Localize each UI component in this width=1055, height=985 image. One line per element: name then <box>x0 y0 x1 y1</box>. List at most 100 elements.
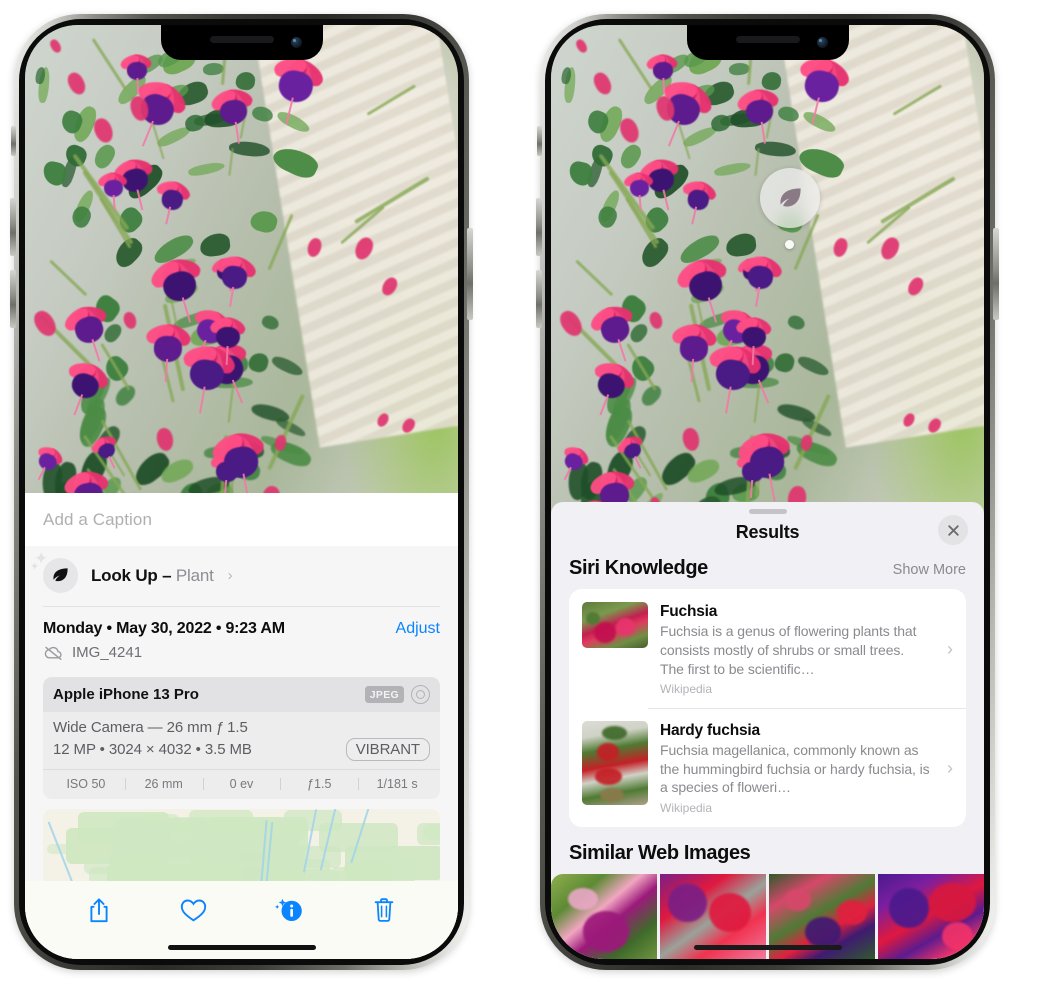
adjust-button[interactable]: Adjust <box>396 620 440 638</box>
sparkle-icon-small: ✦ <box>30 561 40 573</box>
iphone-left: Add a Caption ✦ ✦ Look Up – Plant › Mond… <box>10 14 473 970</box>
show-more-button[interactable]: Show More <box>893 562 966 578</box>
chevron-right-icon: › <box>947 757 953 778</box>
camera-header: Apple iPhone 13 Pro JPEG <box>43 677 440 712</box>
fuchsia-flower <box>96 169 130 211</box>
fuchsia-flower <box>734 83 785 144</box>
results-sheet: Results Siri Knowledge Show More Fuchsia… <box>551 502 984 959</box>
knowledge-title: Fuchsia <box>660 603 718 621</box>
home-indicator-right[interactable] <box>693 945 842 950</box>
fuchsia-flower <box>208 315 249 366</box>
trash-icon <box>375 898 394 922</box>
stamen <box>638 195 643 211</box>
stamen <box>661 77 665 94</box>
screen-right: Results Siri Knowledge Show More Fuchsia… <box>551 25 984 959</box>
map-green-area <box>152 864 243 881</box>
chevron-right-icon: › <box>227 567 233 584</box>
camera-body: Wide Camera — 26 mm ƒ 1.5 12 MP • 3024 ×… <box>43 712 440 769</box>
favorite-button[interactable] <box>179 895 209 925</box>
thumbnail-flower <box>596 743 619 762</box>
earpiece-speaker <box>735 36 800 43</box>
power-button-right[interactable] <box>993 228 999 320</box>
fuchsia-flower <box>645 51 679 94</box>
filename-text: IMG_4241 <box>72 644 143 661</box>
fuchsia-flower <box>734 425 800 502</box>
camera-info-card[interactable]: Apple iPhone 13 Pro JPEG Wide Camera — 2… <box>43 677 440 799</box>
info-sparkle-icon <box>275 898 302 922</box>
knowledge-row[interactable]: Fuchsia Fuchsia is a genus of flowering … <box>569 589 966 708</box>
knowledge-title: Hardy fuchsia <box>660 722 760 740</box>
exif-row: ISO 50 26 mm 0 ev ƒ1.5 1/181 s <box>43 769 440 799</box>
capture-date: Monday • May 30, 2022 • 9:23 AM <box>43 620 285 637</box>
screenshot-root: Add a Caption ✦ ✦ Look Up – Plant › Mond… <box>0 0 1055 985</box>
look-up-row[interactable]: ✦ ✦ Look Up – Plant › <box>25 546 458 606</box>
exif-iso: ISO 50 <box>66 777 106 791</box>
knowledge-row[interactable]: Hardy fuchsia Fuchsia magellanica, commo… <box>569 708 966 827</box>
volume-down-button-left[interactable] <box>10 270 16 328</box>
filename-row: IMG_4241 <box>43 644 440 661</box>
iphone-right: Results Siri Knowledge Show More Fuchsia… <box>536 14 999 970</box>
stamen <box>112 195 117 211</box>
results-header: Results <box>551 514 984 557</box>
fuchsia-flower <box>119 51 153 94</box>
photo-info-sheet: Add a Caption ✦ ✦ Look Up – Plant › Mond… <box>25 493 458 959</box>
fuchsia-flower <box>737 250 785 308</box>
thumbnail-flower <box>888 887 929 929</box>
knowledge-source: Wikipedia <box>660 801 713 815</box>
camera-device-name: Apple iPhone 13 Pro <box>53 686 199 703</box>
earpiece-speaker <box>209 36 274 43</box>
fuchsia-flower <box>208 83 259 144</box>
location-map[interactable] <box>43 809 440 881</box>
exif-ev: 0 ev <box>202 777 281 791</box>
thumbnail-flower <box>595 768 622 785</box>
look-up-subject: Plant <box>175 565 214 585</box>
delete-button[interactable] <box>369 895 399 925</box>
volume-down-button-right[interactable] <box>536 270 542 328</box>
stamen <box>135 77 139 94</box>
web-image-thumbnail[interactable] <box>878 874 984 959</box>
thumbnail-flower <box>928 882 976 922</box>
fuchsia-flower <box>734 315 775 366</box>
exif-shutter: 1/181 s <box>358 777 436 791</box>
web-image-thumbnail[interactable] <box>551 874 657 959</box>
share-button[interactable] <box>84 895 114 925</box>
ringer-switch-right[interactable] <box>537 126 542 156</box>
format-badge: JPEG <box>364 686 404 703</box>
caption-input[interactable]: Add a Caption <box>25 493 458 546</box>
front-camera <box>290 37 302 48</box>
notch-right <box>686 25 849 60</box>
knowledge-thumbnail <box>582 602 648 649</box>
info-button[interactable] <box>274 895 304 925</box>
notch-left <box>160 25 323 60</box>
cloud-slash-icon <box>44 646 62 660</box>
photographic-style-badge: VIBRANT <box>345 738 430 761</box>
heart-icon <box>181 899 207 921</box>
size-line: 12 MP • 3024 × 4032 • 3.5 MB <box>53 741 252 758</box>
fuchsia-flower <box>211 250 259 308</box>
fuchsia-flower <box>669 320 720 383</box>
thumbnail-flower <box>582 911 630 953</box>
volume-up-button-left[interactable] <box>10 198 16 256</box>
look-up-text: Look Up – <box>91 565 176 585</box>
leaf-icon: ✦ ✦ <box>30 550 78 593</box>
thumbnail-flower <box>668 884 707 922</box>
thumbnail-flower <box>601 726 627 740</box>
map-green-area <box>262 869 337 881</box>
thumbnail-flower <box>593 621 617 643</box>
siri-knowledge-card: Fuchsia Fuchsia is a genus of flowering … <box>569 589 966 827</box>
power-button-left[interactable] <box>467 228 473 320</box>
fuchsia-flower <box>622 169 656 211</box>
aperture-icon <box>411 685 430 704</box>
knowledge-description: Fuchsia magellanica, commonly known as t… <box>660 742 930 796</box>
ringer-switch-left[interactable] <box>11 126 16 156</box>
fuchsia-flower <box>208 425 274 502</box>
thumbnail-flower <box>616 617 635 637</box>
volume-up-button-right[interactable] <box>536 198 542 256</box>
thumbnail-flower <box>567 887 598 910</box>
metadata-block: Monday • May 30, 2022 • 9:23 AM Adjust I… <box>25 607 458 669</box>
home-indicator-left[interactable] <box>167 945 316 950</box>
chevron-right-icon: › <box>947 638 953 659</box>
exif-focal: 26 mm <box>124 777 203 791</box>
close-icon <box>947 525 959 536</box>
visual-look-up-badge[interactable] <box>760 168 820 228</box>
